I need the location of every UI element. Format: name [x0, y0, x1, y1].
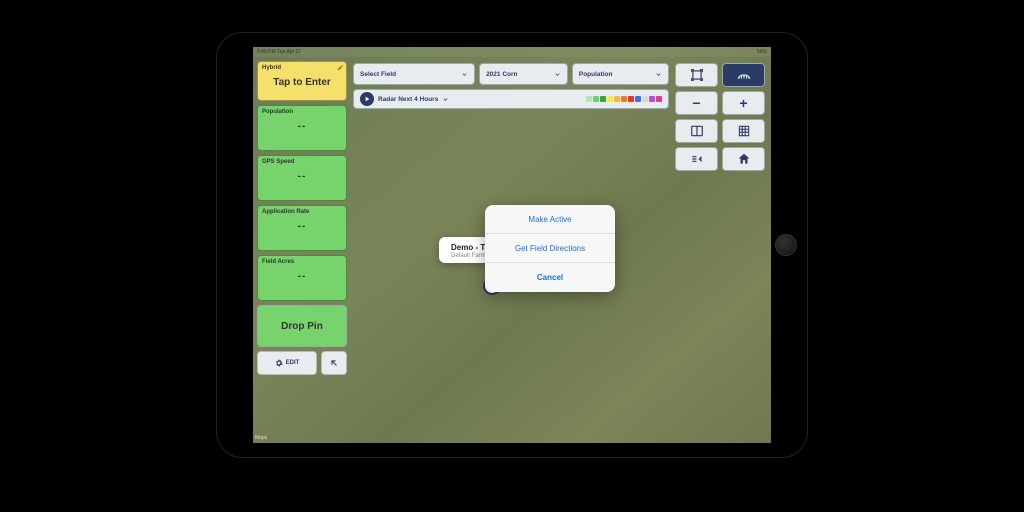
fullscreen-button[interactable] [675, 63, 718, 87]
card-acres-value: -- [262, 271, 342, 282]
card-rate-label: Application Rate [262, 209, 309, 215]
fullscreen-icon [690, 68, 704, 82]
map-tools: − + [675, 63, 765, 171]
home-button[interactable] [722, 147, 765, 171]
top-filter-bar: Select Field 2021 Corn Population [353, 63, 669, 85]
zoom-out-button[interactable]: − [675, 91, 718, 115]
grid-icon [737, 124, 751, 138]
status-battery: 56% [757, 49, 767, 55]
arrow-up-left-icon [329, 358, 339, 368]
plus-icon: + [739, 95, 747, 111]
legend-swatch [600, 96, 606, 102]
chevron-down-icon[interactable] [442, 96, 449, 103]
season-dropdown[interactable]: 2021 Corn [479, 63, 568, 85]
field-callout-subtitle: Default Farm [451, 253, 489, 259]
edit-icon [337, 64, 344, 71]
minus-icon: − [692, 95, 700, 111]
card-hybrid-label: Hybrid [262, 65, 281, 71]
edit-label: EDIT [286, 360, 300, 366]
card-rate-value: -- [262, 221, 342, 232]
card-gps-speed[interactable]: GPS Speed -- [257, 155, 347, 201]
chevron-down-icon [461, 71, 468, 78]
card-gps-value: -- [262, 171, 342, 182]
field-callout-title: Demo - Te [451, 243, 489, 252]
layer-label: Population [579, 71, 613, 78]
legend-swatch [607, 96, 613, 102]
legend-swatch [628, 96, 634, 102]
radar-play-button[interactable] [360, 92, 374, 106]
tablet-home-button[interactable] [775, 234, 797, 256]
cancel-option[interactable]: Cancel [485, 263, 615, 292]
sidebar: Hybrid Tap to Enter Population -- GPS Sp… [257, 61, 347, 375]
field-action-sheet: Make Active Get Field Directions Cancel [485, 205, 615, 292]
layers-toggle-button[interactable] [675, 147, 718, 171]
grid-button[interactable] [722, 119, 765, 143]
card-gps-label: GPS Speed [262, 159, 294, 165]
card-acres-label: Field Acres [262, 259, 294, 265]
card-hybrid[interactable]: Hybrid Tap to Enter [257, 61, 347, 101]
field-boundary-button[interactable] [722, 63, 765, 87]
radar-bar: Radar Next 4 Hours [353, 89, 669, 109]
expand-button[interactable] [321, 351, 347, 375]
drop-pin-button[interactable]: Drop Pin [257, 305, 347, 347]
home-icon [737, 152, 751, 166]
legend-swatch [586, 96, 592, 102]
legend-swatch [649, 96, 655, 102]
map-attribution: Maps [255, 435, 267, 441]
select-field-dropdown[interactable]: Select Field [353, 63, 475, 85]
card-population-value: -- [262, 121, 342, 132]
radar-label: Radar Next 4 Hours [378, 96, 438, 103]
card-population[interactable]: Population -- [257, 105, 347, 151]
zoom-in-button[interactable]: + [722, 91, 765, 115]
app-screen: 6:49 PM Tue Apr 27 56% Hybrid Tap to Ent… [253, 47, 771, 443]
get-directions-option[interactable]: Get Field Directions [485, 234, 615, 263]
legend-swatch [621, 96, 627, 102]
legend-swatch [642, 96, 648, 102]
card-field-acres[interactable]: Field Acres -- [257, 255, 347, 301]
legend-swatch [593, 96, 599, 102]
card-application-rate[interactable]: Application Rate -- [257, 205, 347, 251]
card-hybrid-value: Tap to Enter [262, 77, 342, 88]
chevron-down-icon [554, 71, 561, 78]
gear-icon [275, 359, 283, 367]
layers-toggle-icon [690, 152, 704, 166]
legend-swatch [614, 96, 620, 102]
select-field-label: Select Field [360, 71, 396, 78]
tablet-frame: 6:49 PM Tue Apr 27 56% Hybrid Tap to Ent… [216, 32, 808, 458]
status-bar: 6:49 PM Tue Apr 27 56% [253, 47, 771, 57]
status-time: 6:49 PM Tue Apr 27 [257, 49, 301, 55]
split-view-button[interactable] [675, 119, 718, 143]
play-icon [363, 95, 371, 103]
make-active-option[interactable]: Make Active [485, 205, 615, 234]
radar-legend [586, 96, 662, 102]
chevron-down-icon [655, 71, 662, 78]
card-population-label: Population [262, 109, 293, 115]
edit-button[interactable]: EDIT [257, 351, 317, 375]
layer-dropdown[interactable]: Population [572, 63, 669, 85]
split-view-icon [690, 124, 704, 138]
legend-swatch [656, 96, 662, 102]
season-label: 2021 Corn [486, 71, 517, 78]
field-boundary-icon [737, 68, 751, 82]
legend-swatch [635, 96, 641, 102]
drop-pin-label: Drop Pin [281, 321, 323, 332]
